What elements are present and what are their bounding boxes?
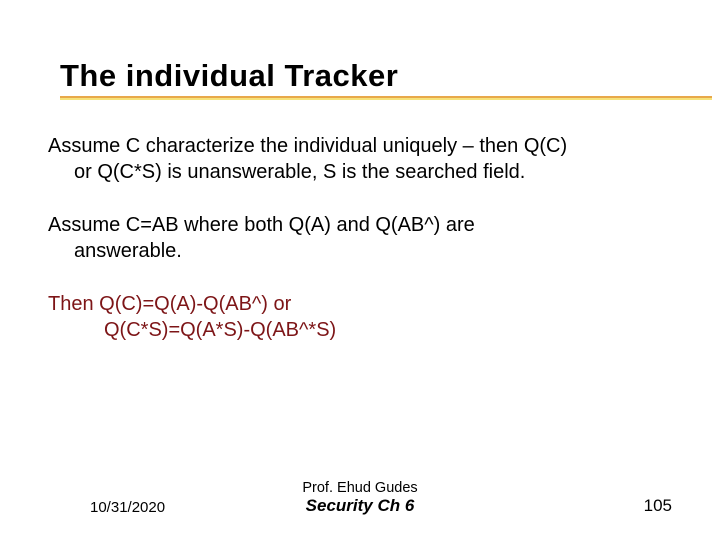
p1-line1: Assume C characterize the individual uni… xyxy=(48,135,567,157)
slide-title: The individual Tracker xyxy=(60,58,672,100)
slide-footer: 10/31/2020 Prof. Ehud Gudes Security Ch … xyxy=(0,496,720,516)
paragraph-2: Assume C=AB where both Q(A) and Q(AB^) a… xyxy=(48,213,672,264)
p2-line1: Assume C=AB where both Q(A) and Q(AB^) a… xyxy=(48,214,475,236)
p1-line2: or Q(C*S) is unanswerable, S is the sear… xyxy=(48,160,672,186)
footer-date: 10/31/2020 xyxy=(90,499,165,516)
underline-yellow xyxy=(60,98,712,100)
footer-prof: Prof. Ehud Gudes xyxy=(302,480,417,496)
footer-page: 105 xyxy=(644,496,672,516)
slide-body: Assume C characterize the individual uni… xyxy=(48,134,672,344)
footer-course: Security Ch 6 xyxy=(302,496,417,516)
slide: The individual Tracker Assume C characte… xyxy=(0,0,720,540)
p2-line2: answerable. xyxy=(48,239,672,265)
p3-line1: Then Q(C)=Q(A)-Q(AB^) or xyxy=(48,293,291,315)
footer-center: Prof. Ehud Gudes Security Ch 6 xyxy=(302,480,417,516)
title-block: The individual Tracker xyxy=(60,58,672,100)
p3-line2: Q(C*S)=Q(A*S)-Q(AB^*S) xyxy=(48,318,672,344)
paragraph-3: Then Q(C)=Q(A)-Q(AB^) or Q(C*S)=Q(A*S)-Q… xyxy=(48,292,672,343)
title-underline xyxy=(60,96,712,100)
paragraph-1: Assume C characterize the individual uni… xyxy=(48,134,672,185)
